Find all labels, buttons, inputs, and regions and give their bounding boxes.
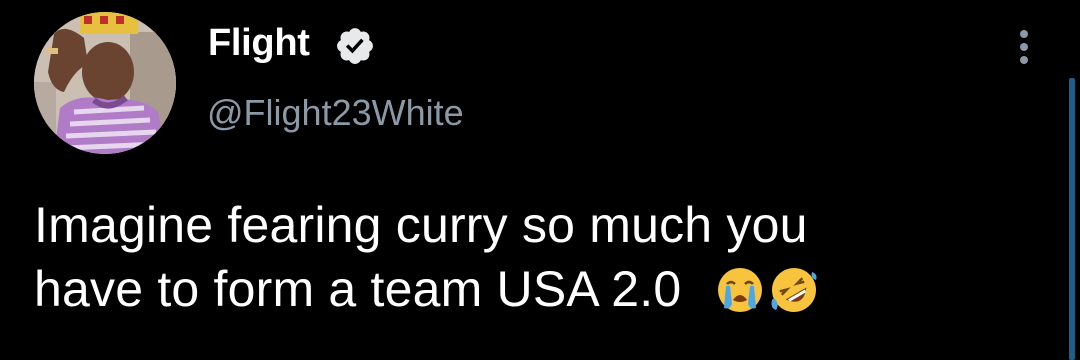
author-display-name[interactable]: Flight bbox=[208, 22, 310, 65]
tweet-text-segment: have to form a team USA 2.0 bbox=[34, 261, 682, 317]
scroll-indicator[interactable] bbox=[1069, 78, 1075, 360]
tweet-text-line: Imagine fearing curry so much you bbox=[34, 197, 808, 253]
tweet[interactable]: Flight @Flight23White Imagine fearing cu… bbox=[0, 0, 1080, 360]
verified-badge-icon bbox=[337, 28, 373, 64]
author-avatar[interactable] bbox=[34, 12, 176, 154]
crying-face-emoji-icon bbox=[717, 268, 762, 312]
author-handle[interactable]: @Flight23White bbox=[207, 92, 464, 134]
tweet-text-line: have to form a team USA 2.0 bbox=[34, 257, 1054, 321]
tweet-text: Imagine fearing curry so much you have t… bbox=[34, 193, 1054, 321]
rolling-on-floor-laughing-emoji-icon bbox=[771, 268, 816, 312]
more-options-vertical-icon[interactable] bbox=[1010, 26, 1038, 68]
